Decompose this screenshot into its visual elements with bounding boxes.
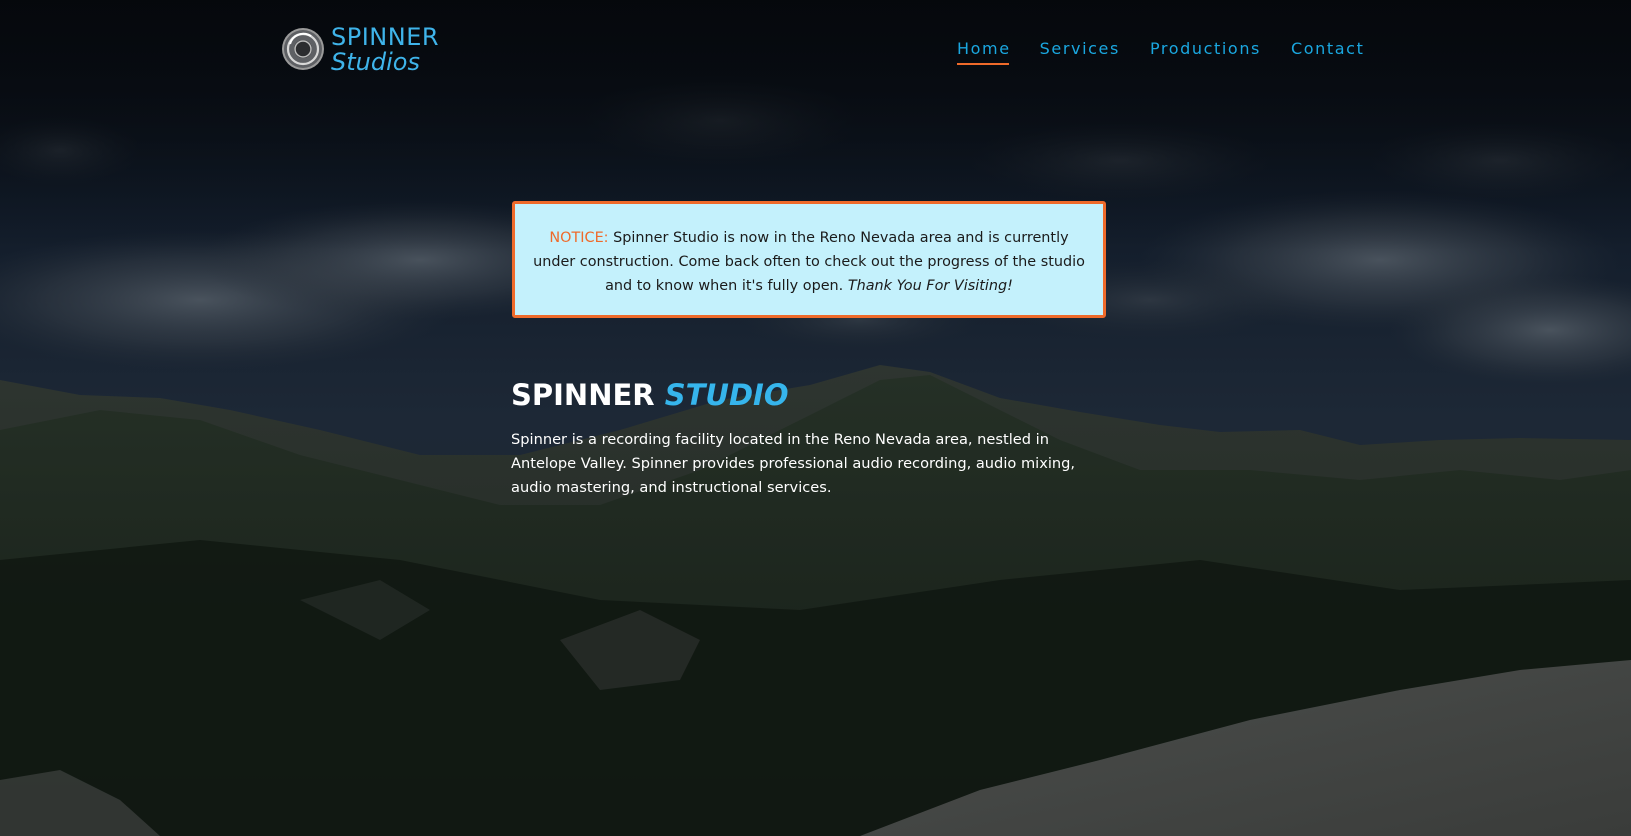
nav-link-services[interactable]: Services [1040, 38, 1120, 62]
site-logo-link[interactable]: SPINNER Studios [281, 23, 451, 78]
notice-label: NOTICE: [549, 230, 609, 246]
nav-link-contact[interactable]: Contact [1291, 38, 1364, 62]
logo-text-studios: Studios [331, 48, 420, 76]
nav-link-home[interactable]: Home [957, 38, 1011, 65]
site-header: SPINNER Studios Home Services Production… [0, 0, 1631, 100]
page: SPINNER Studios Home Services Production… [0, 0, 1631, 836]
nav-link-productions[interactable]: Productions [1150, 38, 1261, 62]
notice-box: NOTICE: Spinner Studio is now in the Ren… [512, 201, 1106, 318]
spinner-record-icon [282, 28, 324, 70]
hero-description: Spinner is a recording facility located … [511, 431, 1076, 496]
mountain-background-image [0, 0, 1631, 836]
hero-title: SPINNER STUDIO [511, 374, 788, 416]
main-nav: Home Services Productions Contact [957, 38, 1364, 65]
hero-title-accent: STUDIO [664, 378, 789, 412]
hero-title-main: SPINNER [511, 378, 655, 412]
notice-closing: Thank You For Visiting! [847, 278, 1013, 294]
